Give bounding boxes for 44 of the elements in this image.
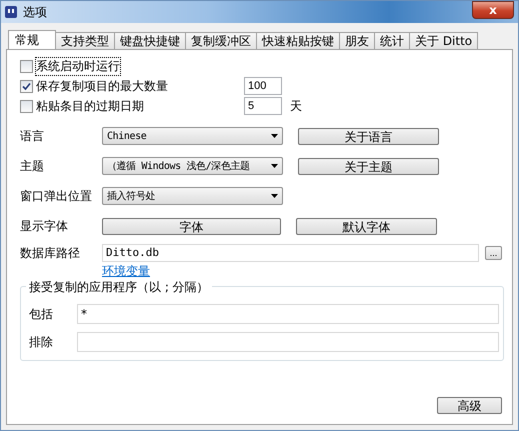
setting-label: 窗口弹出位置: [20, 188, 93, 204]
action-button[interactable]: 关于主题: [298, 158, 439, 174]
dropdown[interactable]: 插入符号处: [102, 187, 283, 205]
tab[interactable]: 关于 Ditto: [409, 32, 478, 49]
dropdown[interactable]: （遵循 Windows 浅色/深色主题: [102, 157, 283, 175]
dropdown-arrow-icon: [271, 164, 278, 168]
action-button[interactable]: 默认字体: [296, 218, 437, 234]
action-button[interactable]: 关于语言: [298, 128, 439, 144]
tab[interactable]: 复制缓冲区: [185, 32, 257, 49]
tab[interactable]: 统计: [374, 32, 410, 49]
checkbox-label: 保存复制项目的最大数量: [36, 78, 169, 94]
input-field[interactable]: 100: [244, 77, 282, 95]
action-button[interactable]: 字体: [102, 218, 281, 234]
checkbox[interactable]: [20, 100, 33, 112]
unit-label: 天: [290, 98, 302, 114]
tab[interactable]: 朋友: [339, 32, 375, 49]
setting-label: 主题: [20, 158, 45, 174]
advanced-button[interactable]: 高级: [437, 397, 502, 414]
dropdown-arrow-icon: [271, 194, 278, 198]
close-button[interactable]: x: [472, 1, 514, 19]
field-label: 包括: [29, 306, 54, 322]
tab[interactable]: 常规: [8, 30, 56, 49]
setting-label: 显示字体: [20, 218, 69, 234]
tab[interactable]: 快速粘贴按键: [256, 32, 340, 49]
setting-label: 语言: [20, 128, 45, 144]
group-title: 接受复制的应用程序（以 ; 分隔）: [26, 279, 212, 296]
link[interactable]: 环境变量: [102, 263, 150, 280]
checkbox[interactable]: [20, 60, 33, 72]
setting-label: 数据库路径: [20, 245, 81, 262]
dropdown[interactable]: Chinese: [102, 127, 283, 145]
field-label: 排除: [29, 334, 54, 350]
input-field[interactable]: 5: [244, 97, 282, 115]
checkbox-label: 粘贴条目的过期日期: [36, 98, 145, 114]
dropdown-arrow-icon: [271, 134, 278, 138]
input-field[interactable]: [77, 332, 499, 352]
input-field[interactable]: *: [77, 304, 499, 324]
app-icon: [5, 6, 17, 18]
input-field[interactable]: Ditto.db: [102, 244, 479, 262]
window-title: 选项: [23, 4, 47, 20]
browse-button[interactable]: ...: [485, 246, 502, 260]
tab[interactable]: 支持类型: [55, 32, 115, 49]
checkbox-label: 系统启动时运行: [36, 58, 120, 74]
tab[interactable]: 键盘快捷键: [114, 32, 186, 49]
checkbox[interactable]: [20, 80, 33, 92]
